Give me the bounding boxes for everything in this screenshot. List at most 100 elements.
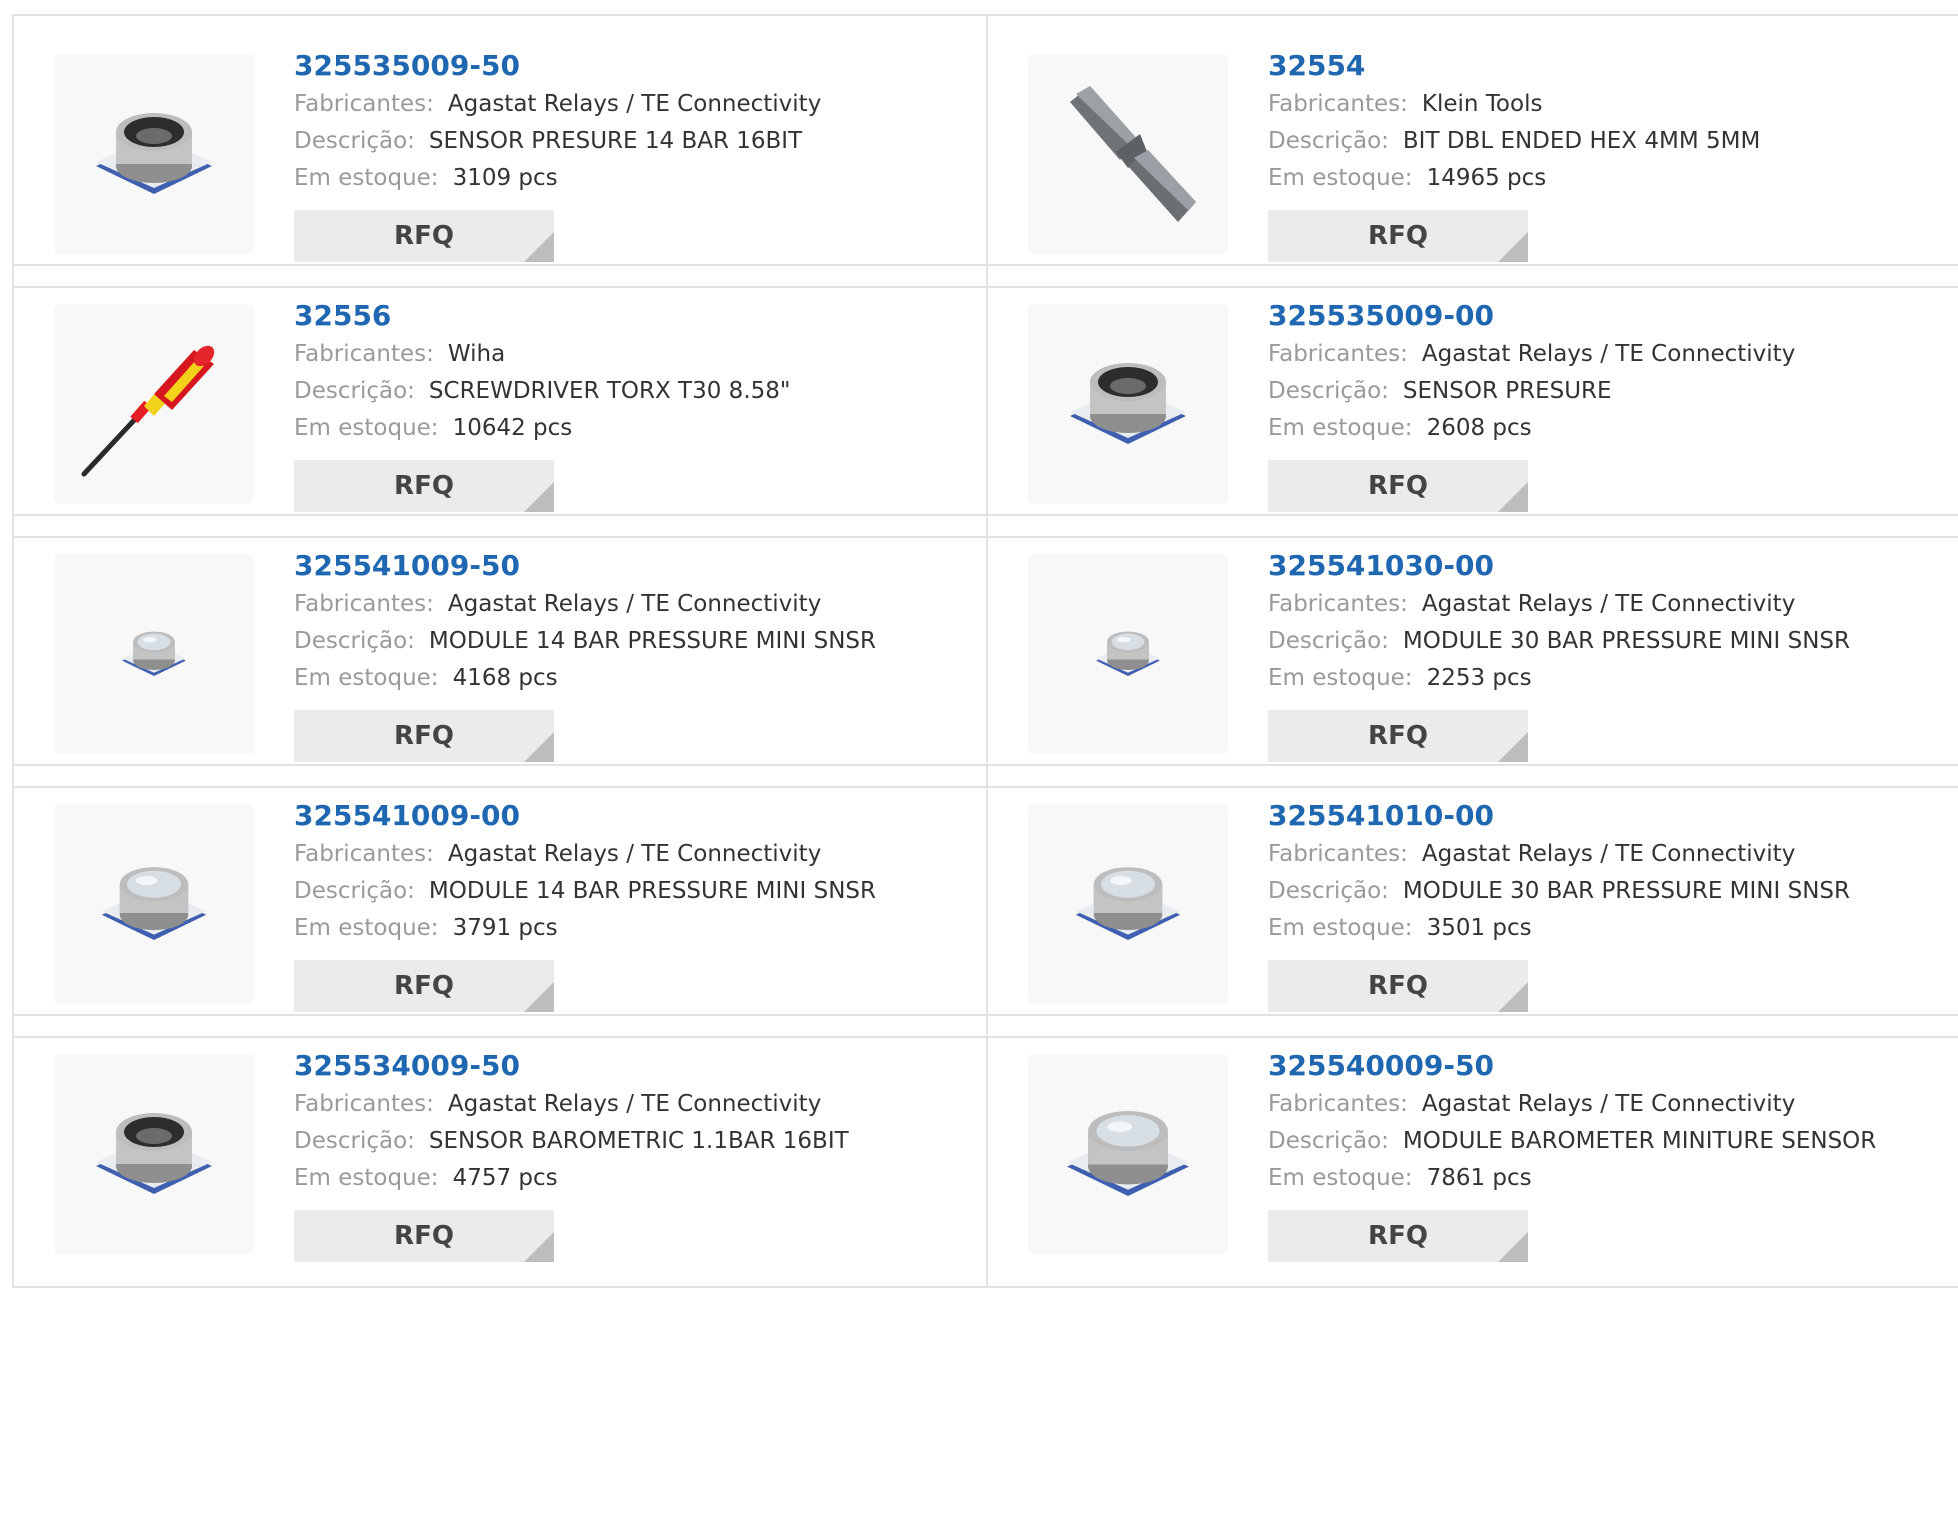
mini-sensor-icon: [54, 554, 254, 754]
product-image[interactable]: [54, 554, 254, 754]
manufacturer-line: Fabricantes: Agastat Relays / TE Connecti…: [294, 836, 876, 873]
stock-label: Em estoque:: [294, 415, 439, 441]
description-value: SCREWDRIVER TORX T30 8.58": [428, 378, 791, 404]
stock-line: Em estoque: 3109 pcs: [294, 160, 821, 197]
description-label: Descrição:: [294, 878, 415, 904]
stock-value: 2253 pcs: [1426, 665, 1532, 691]
product-image[interactable]: [1028, 54, 1228, 254]
rfq-button[interactable]: RFQ: [1268, 460, 1528, 512]
product-row: 325541009-00 Fabricantes: Agastat Relays …: [12, 764, 1958, 1038]
description-label: Descrição:: [294, 628, 415, 654]
part-number-link[interactable]: 325541030-00: [1268, 546, 1850, 586]
stock-label: Em estoque:: [1268, 1165, 1413, 1191]
manufacturer-label: Fabricantes:: [294, 841, 434, 867]
stock-line: Em estoque: 7861 pcs: [1268, 1160, 1876, 1197]
manufacturer-line: Fabricantes: Wiha: [294, 336, 790, 373]
description-line: Descrição: MODULE 30 BAR PRESSURE MINI SN…: [1268, 623, 1850, 660]
stock-line: Em estoque: 14965 pcs: [1268, 160, 1760, 197]
rfq-button[interactable]: RFQ: [294, 460, 554, 512]
rfq-button[interactable]: RFQ: [1268, 960, 1528, 1012]
product-card: 325541009-00 Fabricantes: Agastat Relays …: [14, 766, 986, 1036]
description-line: Descrição: SENSOR BAROMETRIC 1.1BAR 16BIT: [294, 1123, 849, 1160]
stock-value: 14965 pcs: [1426, 165, 1547, 191]
manufacturer-value: Klein Tools: [1421, 91, 1543, 117]
manufacturer-label: Fabricantes:: [1268, 1091, 1408, 1117]
description-value: MODULE 14 BAR PRESSURE MINI SNSR: [428, 878, 876, 904]
manufacturer-line: Fabricantes: Agastat Relays / TE Connecti…: [294, 586, 876, 623]
part-number-link[interactable]: 325535009-50: [294, 46, 821, 86]
stock-label: Em estoque:: [1268, 665, 1413, 691]
manufacturer-value: Agastat Relays / TE Connectivity: [447, 591, 822, 617]
description-label: Descrição:: [1268, 128, 1389, 154]
stock-label: Em estoque:: [294, 165, 439, 191]
product-image[interactable]: [1028, 304, 1228, 504]
stock-label: Em estoque:: [1268, 415, 1413, 441]
product-info: 325541030-00 Fabricantes: Agastat Relays …: [1268, 546, 1850, 762]
description-value: SENSOR PRESURE 14 BAR 16BIT: [428, 128, 803, 154]
manufacturer-label: Fabricantes:: [1268, 591, 1408, 617]
description-line: Descrição: MODULE 14 BAR PRESSURE MINI SN…: [294, 873, 876, 910]
description-value: MODULE 30 BAR PRESSURE MINI SNSR: [1402, 628, 1850, 654]
product-image[interactable]: [1028, 1054, 1228, 1254]
manufacturer-line: Fabricantes: Agastat Relays / TE Connecti…: [294, 86, 821, 123]
product-card: 325541010-00 Fabricantes: Agastat Relays …: [986, 766, 1958, 1036]
product-image[interactable]: [54, 304, 254, 504]
description-line: Descrição: MODULE 30 BAR PRESSURE MINI SN…: [1268, 873, 1850, 910]
rfq-button[interactable]: RFQ: [1268, 710, 1528, 762]
rfq-button[interactable]: RFQ: [294, 960, 554, 1012]
part-number-link[interactable]: 325540009-50: [1268, 1046, 1876, 1086]
product-image[interactable]: [54, 54, 254, 254]
description-value: BIT DBL ENDED HEX 4MM 5MM: [1402, 128, 1761, 154]
stock-value: 3791 pcs: [452, 915, 558, 941]
stock-value: 4757 pcs: [452, 1165, 558, 1191]
product-image[interactable]: [1028, 804, 1228, 1004]
pressure-sensor-icon: [54, 1054, 254, 1254]
product-card: 325535009-50 Fabricantes: Agastat Relays …: [14, 16, 986, 286]
part-number-link[interactable]: 32554: [1268, 46, 1760, 86]
manufacturer-label: Fabricantes:: [294, 341, 434, 367]
product-info: 325541010-00 Fabricantes: Agastat Relays …: [1268, 796, 1850, 1012]
part-number-link[interactable]: 325534009-50: [294, 1046, 849, 1086]
product-info: 325540009-50 Fabricantes: Agastat Relays …: [1268, 1046, 1876, 1262]
rfq-button[interactable]: RFQ: [294, 210, 554, 262]
product-card: 325534009-50 Fabricantes: Agastat Relays …: [14, 1016, 986, 1286]
manufacturer-value: Agastat Relays / TE Connectivity: [447, 91, 822, 117]
description-label: Descrição:: [1268, 378, 1389, 404]
stock-label: Em estoque:: [294, 1165, 439, 1191]
part-number-link[interactable]: 325535009-00: [1268, 296, 1795, 336]
manufacturer-value: Agastat Relays / TE Connectivity: [1421, 341, 1796, 367]
product-info: 32556 Fabricantes: Wiha Descrição: SCREWDR…: [294, 296, 790, 512]
product-image[interactable]: [54, 1054, 254, 1254]
description-value: MODULE BAROMETER MINITURE SENSOR: [1402, 1128, 1877, 1154]
stock-value: 10642 pcs: [452, 415, 573, 441]
rfq-button[interactable]: RFQ: [294, 710, 554, 762]
product-info: 325541009-00 Fabricantes: Agastat Relays …: [294, 796, 876, 1012]
stock-value: 3109 pcs: [452, 165, 558, 191]
manufacturer-line: Fabricantes: Agastat Relays / TE Connecti…: [1268, 586, 1850, 623]
part-number-link[interactable]: 325541009-50: [294, 546, 876, 586]
product-row: 325541009-50 Fabricantes: Agastat Relays …: [12, 514, 1958, 788]
part-number-link[interactable]: 325541009-00: [294, 796, 876, 836]
description-line: Descrição: SENSOR PRESURE: [1268, 373, 1795, 410]
rfq-button[interactable]: RFQ: [1268, 1210, 1528, 1262]
description-line: Descrição: MODULE BAROMETER MINITURE SENS…: [1268, 1123, 1876, 1160]
stock-label: Em estoque:: [294, 665, 439, 691]
description-label: Descrição:: [294, 128, 415, 154]
manufacturer-value: Agastat Relays / TE Connectivity: [1421, 841, 1796, 867]
manufacturer-label: Fabricantes:: [1268, 91, 1408, 117]
part-number-link[interactable]: 325541010-00: [1268, 796, 1850, 836]
rfq-button[interactable]: RFQ: [1268, 210, 1528, 262]
part-number-link[interactable]: 32556: [294, 296, 790, 336]
product-info: 325535009-50 Fabricantes: Agastat Relays …: [294, 46, 821, 262]
description-value: SENSOR BAROMETRIC 1.1BAR 16BIT: [428, 1128, 849, 1154]
manufacturer-label: Fabricantes:: [294, 591, 434, 617]
product-image[interactable]: [54, 804, 254, 1004]
pressure-sensor-icon: [54, 54, 254, 254]
description-label: Descrição:: [294, 378, 415, 404]
manufacturer-line: Fabricantes: Agastat Relays / TE Connecti…: [294, 1086, 849, 1123]
product-image[interactable]: [1028, 554, 1228, 754]
stock-value: 3501 pcs: [1426, 915, 1532, 941]
pressure-sensor-icon: [1028, 304, 1228, 504]
rfq-button[interactable]: RFQ: [294, 1210, 554, 1262]
stock-label: Em estoque:: [1268, 915, 1413, 941]
